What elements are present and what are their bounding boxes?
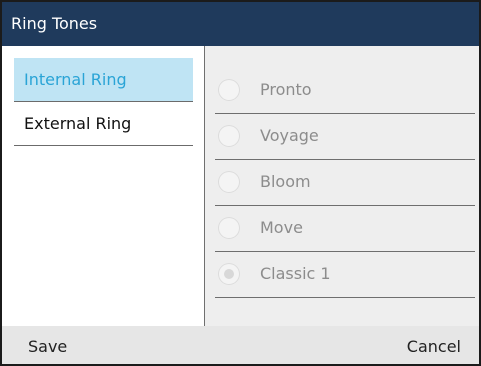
ring-type-list: Internal Ring External Ring [2,46,205,326]
option-label: Classic 1 [260,264,331,283]
radio-button[interactable] [218,79,240,101]
cancel-button[interactable]: Cancel [407,326,461,364]
phone-screen: Ring Tones Internal Ring External Ring P… [0,0,481,366]
option-label: Bloom [260,172,311,191]
radio-button[interactable] [218,171,240,193]
option-label: Pronto [260,80,312,99]
ring-tone-options: Pronto Voyage Bloom Move Classic 1 [205,46,479,326]
softkey-bar: Save Cancel [2,326,479,364]
option-voyage[interactable]: Voyage [215,114,475,160]
page-title: Ring Tones [11,14,98,33]
radio-button[interactable] [218,125,240,147]
title-bar: Ring Tones [2,2,479,46]
option-bloom[interactable]: Bloom [215,160,475,206]
divider [215,297,475,298]
radio-button[interactable] [218,217,240,239]
option-move[interactable]: Move [215,206,475,252]
radio-button-checked[interactable] [218,263,240,285]
menu-item-label: External Ring [24,114,132,133]
menu-item-label: Internal Ring [24,70,127,89]
save-button[interactable]: Save [28,326,67,364]
divider [14,145,193,146]
option-classic-1[interactable]: Classic 1 [215,252,475,298]
option-label: Move [260,218,303,237]
menu-item-external-ring[interactable]: External Ring [14,102,193,146]
menu-item-internal-ring[interactable]: Internal Ring [14,58,193,102]
option-label: Voyage [260,126,319,145]
option-pronto[interactable]: Pronto [215,68,475,114]
